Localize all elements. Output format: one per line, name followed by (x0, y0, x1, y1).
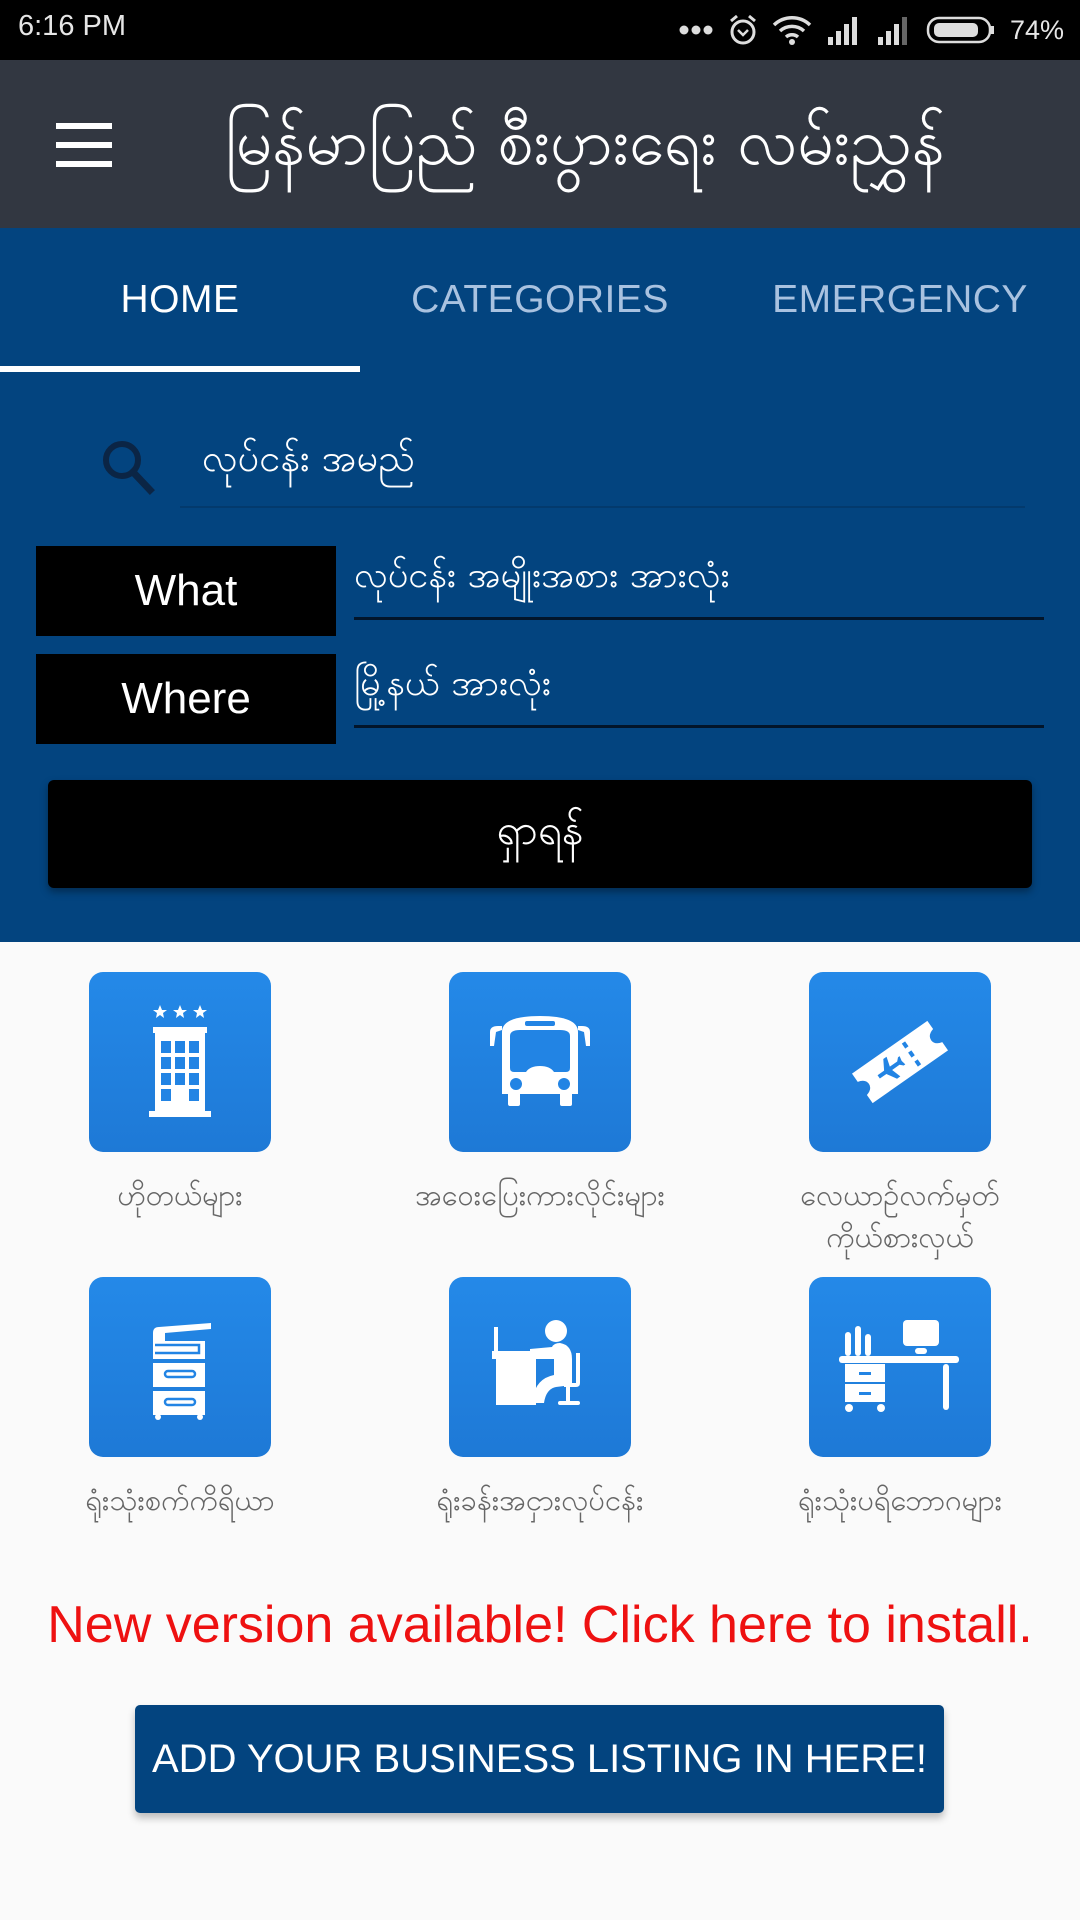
copier-icon (89, 1277, 271, 1457)
office-worker-icon (449, 1277, 631, 1457)
battery-icon (926, 16, 994, 44)
category-label: ရုံးသုံးပရိဘောဂများ (797, 1483, 1003, 1517)
category-office-equipment[interactable]: ရုံးသုံးစက်ကိရိယာ (0, 1277, 360, 1521)
add-business-listing-button[interactable]: ADD YOUR BUSINESS LISTING IN HERE! (135, 1705, 944, 1813)
hotel-icon (89, 972, 271, 1152)
hamburger-menu-icon[interactable] (40, 110, 128, 180)
alarm-icon (729, 14, 756, 45)
category-bus-lines[interactable]: အဝေးပြေးကားလိုင်းများ (360, 972, 720, 1216)
new-version-link[interactable]: New version available! Click here to ins… (0, 1595, 1080, 1655)
airline-ticket-icon (809, 972, 991, 1152)
category-office-rental[interactable]: ရုံးခန်းအငှားလုပ်ငန်း (360, 1277, 720, 1521)
signal-icon (877, 17, 907, 45)
where-filter: Where မြို့နယ် အားလုံး (36, 654, 1046, 744)
tab-bar: HOME CATEGORIES EMERGENCY (0, 228, 1080, 372)
wifi-icon (772, 16, 812, 45)
tab-categories[interactable]: CATEGORIES (360, 228, 720, 372)
search-button[interactable]: ရှာရန် (48, 780, 1032, 888)
category-label: အဝေးပြေးကားလိုင်းများ (415, 1178, 665, 1212)
tab-home[interactable]: HOME (0, 228, 360, 372)
app-title: မြန်မာပြည် စီးပွားရေး လမ်းညွှန် (225, 106, 945, 180)
where-label: Where (36, 654, 336, 744)
business-name-search-input[interactable]: လုပ်ငန်း အမည် (180, 418, 1025, 508)
category-office-furniture[interactable]: ရုံးသုံးပရိဘောဂများ (720, 1277, 1080, 1521)
app-bar: မြန်မာပြည် စီးပွားရေး လမ်းညွှန် (0, 60, 1080, 228)
office-furniture-icon (809, 1277, 991, 1457)
bus-icon (449, 972, 631, 1152)
status-time: 6:16 PM (18, 10, 126, 42)
category-airline-tickets[interactable]: လေယာဉ်လက်မှတ် ကိုယ်စားလှယ် (720, 972, 1080, 1258)
what-filter: What လုပ်ငန်း အမျိုးအစား အားလုံး (36, 546, 1046, 636)
where-dropdown[interactable]: မြို့နယ် အားလုံး (354, 654, 1044, 728)
category-hotels[interactable]: ဟိုတယ်များ (0, 972, 360, 1216)
search-icon (103, 441, 155, 495)
category-label: ရုံးသုံးစက်ကိရိယာ (85, 1483, 275, 1517)
battery-percent: 74% (1009, 14, 1064, 45)
what-label: What (36, 546, 336, 636)
status-icons: 74% (678, 10, 1064, 50)
signal-icon (827, 17, 857, 45)
more-dots-icon (679, 25, 713, 35)
category-label: ရုံးခန်းအငှားလုပ်ငန်း (436, 1483, 644, 1517)
status-bar: 6:16 PM 74% (0, 0, 1080, 60)
tab-emergency[interactable]: EMERGENCY (720, 228, 1080, 372)
category-label: လေယာဉ်လက်မှတ် ကိုယ်စားလှယ် (800, 1178, 1000, 1254)
category-label: ဟိုတယ်များ (117, 1178, 243, 1212)
what-dropdown[interactable]: လုပ်ငန်း အမျိုးအစား အားလုံး (354, 546, 1044, 620)
